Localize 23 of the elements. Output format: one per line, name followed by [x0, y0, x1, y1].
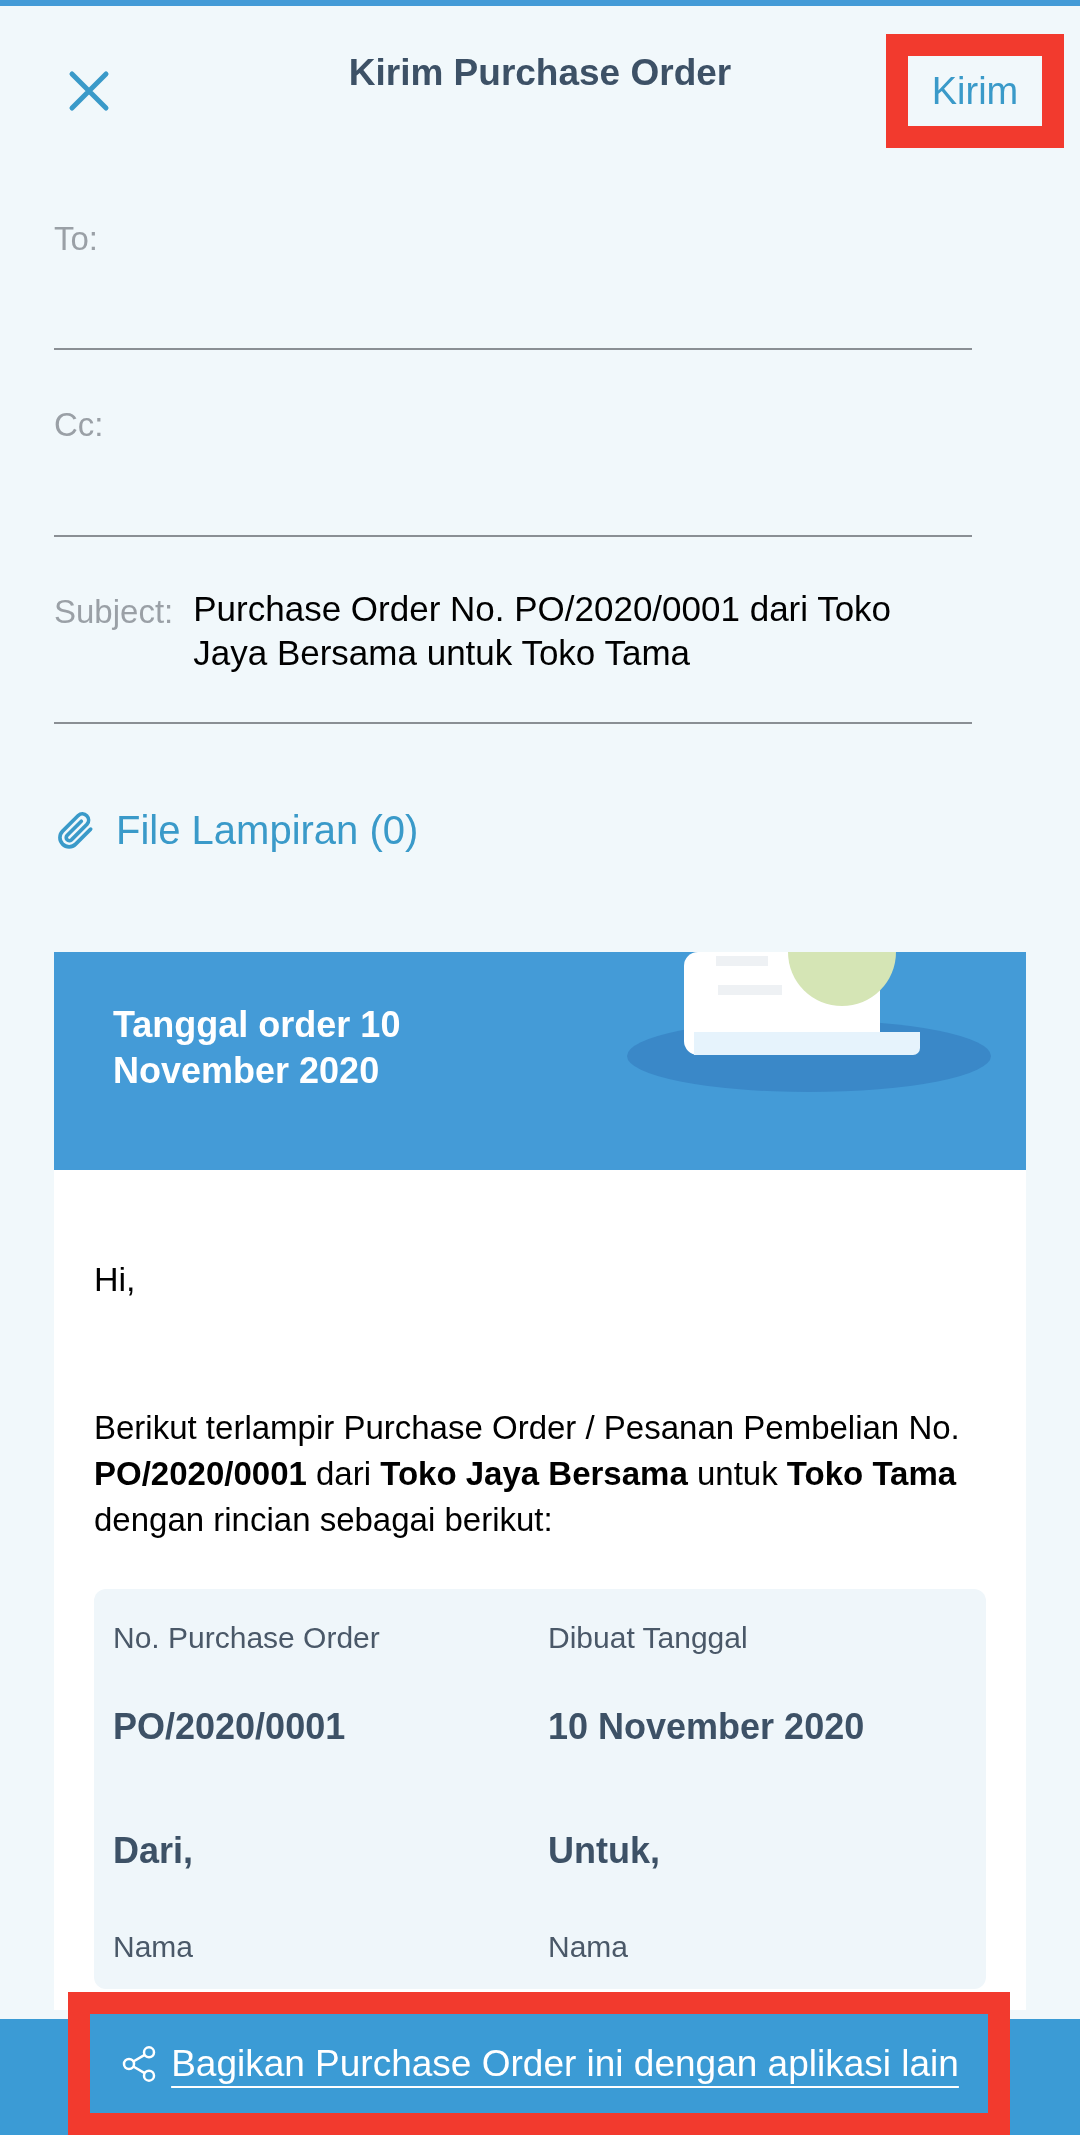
input-field[interactable]: Cc:	[54, 350, 972, 537]
party-name-label: Nama	[548, 1929, 630, 1965]
share-button[interactable]: Bagikan Purchase Order ini dengan aplikasi lain	[68, 1992, 1010, 2135]
party-heading: Untuk,	[548, 1829, 661, 1873]
detail-value: 10 November 2020	[548, 1705, 866, 1749]
input-field[interactable]: Subject: Purchase Order No. PO/2020/0001 dari Toko Jaya Bersama untuk Toko Tama	[54, 537, 972, 724]
screen-title: Kirim Purchase Order	[348, 51, 732, 96]
detail-label: No. Purchase Order	[113, 1620, 381, 1656]
email-body-text: Berikut terlampir Purchase Order / Pesanan Pembelian No. PO/2020/0001 dari Toko Jaya Bersama untuk Toko Tama dengan rincian sebagai berikut:	[94, 1408, 961, 1540]
field-label: Subject:	[54, 592, 174, 632]
detail-label: Dibuat Tanggal	[548, 1620, 749, 1656]
field-value: Purchase Order No. PO/2020/0001 dari Toko Jaya Bersama untuk Toko Tama	[193, 588, 893, 674]
greeting-text: Hi,	[94, 1259, 137, 1300]
input-field[interactable]: To:	[54, 156, 972, 350]
field-label: To:	[54, 219, 99, 259]
send-button[interactable]: Kirim	[886, 34, 1064, 148]
field-label: Cc:	[54, 405, 104, 445]
detail-value: PO/2020/0001	[113, 1705, 347, 1749]
order-date: Tanggal order 10 November 2020	[113, 1003, 402, 1093]
attachments-link[interactable]: File Lampiran (0)	[116, 800, 419, 860]
party-heading: Dari,	[113, 1829, 195, 1873]
party-name-label: Nama	[113, 1929, 195, 1965]
close-icon[interactable]	[68, 70, 110, 112]
